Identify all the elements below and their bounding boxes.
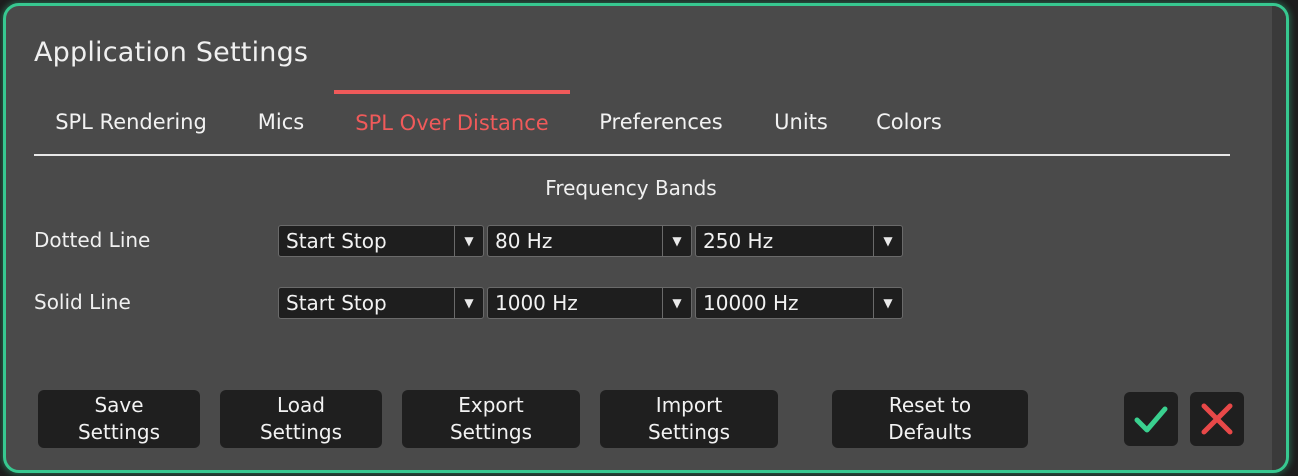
reset-to-defaults-button[interactable]: Reset to Defaults <box>832 390 1028 448</box>
dotted-line-start-value: 80 Hz <box>495 229 553 253</box>
solid-line-mode-select[interactable]: Start Stop ▼ <box>278 287 484 319</box>
dotted-line-stop-value: 250 Hz <box>703 229 774 253</box>
chevron-down-icon: ▼ <box>454 226 483 256</box>
row-label-dotted-line: Dotted Line <box>34 228 151 252</box>
save-settings-button[interactable]: Save Settings <box>38 390 200 448</box>
tab-preferences[interactable]: Preferences <box>596 90 726 154</box>
settings-dialog: Application Settings SPL Rendering Mics … <box>3 3 1289 473</box>
solid-line-start-value: 1000 Hz <box>495 291 578 315</box>
dotted-line-start-select[interactable]: 80 Hz ▼ <box>487 225 692 257</box>
load-settings-button[interactable]: Load Settings <box>220 390 382 448</box>
tab-bar: SPL Rendering Mics SPL Over Distance Pre… <box>34 90 1230 156</box>
tab-spl-over-distance[interactable]: SPL Over Distance <box>334 90 570 154</box>
tab-spl-rendering[interactable]: SPL Rendering <box>54 90 208 154</box>
row-label-solid-line: Solid Line <box>34 290 131 314</box>
solid-line-stop-select[interactable]: 10000 Hz ▼ <box>695 287 903 319</box>
cancel-button[interactable] <box>1190 392 1244 446</box>
chevron-down-icon: ▼ <box>662 288 691 318</box>
tab-units[interactable]: Units <box>772 90 830 154</box>
chevron-down-icon: ▼ <box>873 226 902 256</box>
solid-line-stop-value: 10000 Hz <box>703 291 799 315</box>
dotted-line-stop-select[interactable]: 250 Hz ▼ <box>695 225 903 257</box>
dotted-line-mode-value: Start Stop <box>286 229 387 253</box>
solid-line-start-select[interactable]: 1000 Hz ▼ <box>487 287 692 319</box>
confirm-button[interactable] <box>1124 392 1178 446</box>
chevron-down-icon: ▼ <box>873 288 902 318</box>
export-settings-button[interactable]: Export Settings <box>402 390 580 448</box>
dialog-title: Application Settings <box>34 37 309 68</box>
chevron-down-icon: ▼ <box>454 288 483 318</box>
section-title-frequency-bands: Frequency Bands <box>545 176 717 200</box>
import-settings-button[interactable]: Import Settings <box>600 390 778 448</box>
checkmark-icon <box>1134 406 1168 433</box>
solid-line-mode-value: Start Stop <box>286 291 387 315</box>
tab-colors[interactable]: Colors <box>874 90 944 154</box>
close-icon <box>1201 403 1233 435</box>
tab-mics[interactable]: Mics <box>254 90 308 154</box>
chevron-down-icon: ▼ <box>662 226 691 256</box>
dotted-line-mode-select[interactable]: Start Stop ▼ <box>278 225 484 257</box>
dialog-scroll-strip <box>1272 6 1286 470</box>
